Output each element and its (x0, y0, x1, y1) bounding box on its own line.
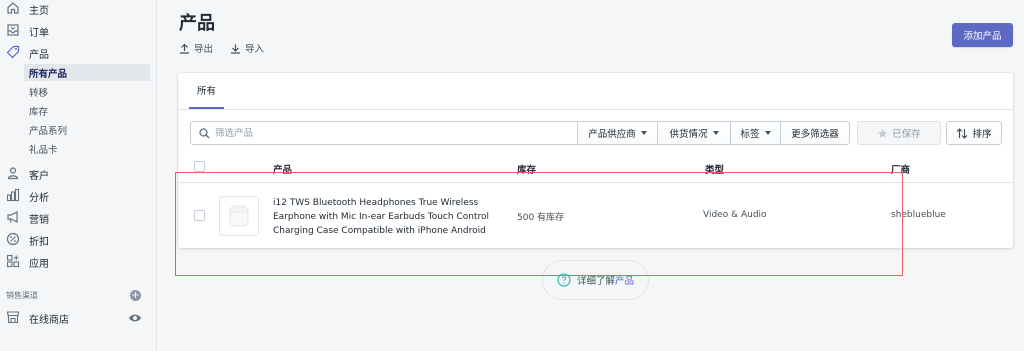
discount-icon (6, 232, 20, 246)
view-store-button[interactable] (128, 312, 142, 324)
analytics-icon (6, 188, 20, 202)
plus-icon: + (131, 290, 140, 301)
sidebar-subitem-gift-cards[interactable]: 礼品卡 (24, 140, 150, 157)
page-title: 产品 (179, 13, 215, 34)
sidebar-item-label: 营销 (29, 214, 49, 226)
sidebar-subitem-label: 转移 (29, 87, 49, 99)
sidebar-item-label: 产品 (29, 49, 49, 61)
export-icon (180, 43, 189, 54)
sidebar-subitem-all-products[interactable]: 所有产品 (24, 64, 150, 81)
vendor-filter-label: 产品供应商 (588, 129, 636, 140)
add-channel-button[interactable]: + (130, 290, 141, 301)
availability-filter-label: 供货情况 (669, 129, 708, 140)
store-icon (6, 311, 20, 324)
megaphone-icon (7, 211, 18, 223)
search-box (190, 121, 578, 145)
sidebar-subitem-label: 库存 (29, 106, 49, 118)
sales-channels-label: 销售渠道 (6, 291, 38, 300)
sidebar-item-label: 折扣 (29, 236, 49, 248)
add-product-button[interactable]: 添加产品 (952, 23, 1013, 47)
export-button[interactable]: 导出 (179, 41, 213, 55)
sidebar-item-label: 主页 (29, 5, 49, 17)
sidebar-subitem-collections[interactable]: 产品系列 (24, 121, 150, 138)
sidebar: 主页 订单 产品 所有产品 转移 库存 产品系列 礼品卡 客户 分析 营销 折扣… (0, 0, 157, 351)
sidebar-item-label: 分析 (29, 192, 49, 204)
availability-filter-button[interactable]: 供货情况 (657, 121, 731, 145)
apps-icon (6, 254, 20, 268)
vendor-filter-button[interactable]: 产品供应商 (577, 121, 658, 145)
sidebar-item-customers[interactable]: 客户 (0, 165, 156, 183)
caret-down-icon (640, 131, 647, 135)
tag-icon (6, 45, 20, 59)
tags-filter-label: 标签 (740, 129, 760, 140)
orders-icon (7, 24, 19, 36)
sidebar-item-apps[interactable]: 应用 (0, 253, 156, 271)
home-icon (7, 2, 19, 14)
sidebar-item-home[interactable]: 主页 (0, 0, 156, 18)
more-filters-label: 更多筛选器 (791, 129, 839, 140)
caret-down-icon (764, 131, 771, 135)
sidebar-item-marketing[interactable]: 营销 (0, 209, 156, 227)
import-button[interactable]: 导入 (230, 41, 264, 55)
search-input[interactable] (215, 127, 555, 139)
sort-button[interactable]: 排序 (946, 121, 1002, 145)
sidebar-item-products[interactable]: 产品 (0, 44, 156, 62)
eye-icon (129, 314, 141, 322)
sort-label: 排序 (972, 129, 992, 140)
customer-icon (7, 167, 19, 180)
more-filters-button[interactable]: 更多筛选器 (780, 121, 850, 145)
sidebar-item-label: 在线商店 (29, 314, 69, 326)
import-label: 导入 (245, 44, 265, 55)
sidebar-subitem-transfers[interactable]: 转移 (24, 83, 150, 100)
caret-down-icon (712, 131, 719, 135)
sidebar-item-label: 订单 (29, 27, 49, 39)
search-icon (199, 127, 210, 138)
tab-divider (178, 109, 1013, 110)
tags-filter-button[interactable]: 标签 (730, 121, 781, 145)
sidebar-subitem-label: 产品系列 (29, 125, 68, 137)
highlight-box (175, 172, 903, 276)
sidebar-item-label: 客户 (29, 170, 49, 182)
star-icon (877, 128, 888, 138)
select-all-checkbox[interactable] (194, 161, 205, 172)
import-icon (231, 44, 240, 54)
sidebar-item-orders[interactable]: 订单 (0, 22, 156, 40)
sidebar-subitem-inventory[interactable]: 库存 (24, 102, 150, 119)
sort-icon (957, 127, 968, 139)
sidebar-item-discounts[interactable]: 折扣 (0, 231, 156, 249)
tab-all[interactable]: 所有 (189, 73, 225, 109)
saved-label: 已保存 (892, 129, 921, 140)
export-label: 导出 (194, 44, 214, 55)
sidebar-subitem-label: 所有产品 (29, 68, 68, 80)
sidebar-item-label: 应用 (29, 258, 49, 270)
saved-search-button[interactable]: 已保存 (857, 121, 941, 145)
sidebar-subitem-label: 礼品卡 (29, 144, 58, 156)
sidebar-item-analytics[interactable]: 分析 (0, 187, 156, 205)
